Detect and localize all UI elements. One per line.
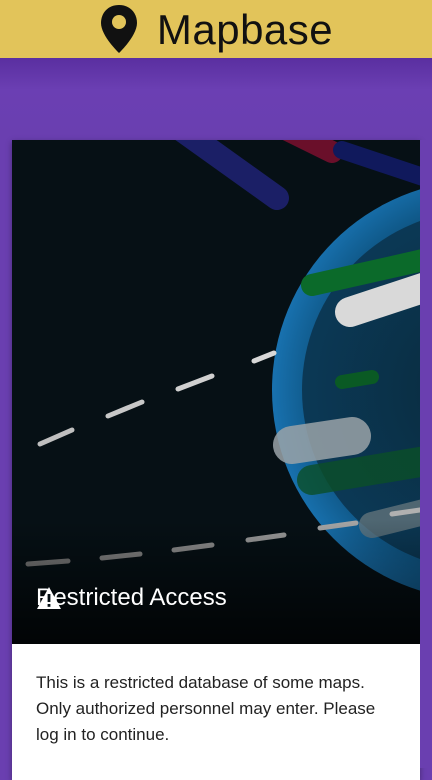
header-brand: Mapbase [99, 3, 333, 55]
warning-icon [37, 587, 61, 609]
header-spacer [0, 58, 432, 138]
restricted-access-card: Restricted Access This is a restricted d… [12, 140, 420, 780]
app-header: Mapbase [0, 0, 432, 58]
card-body-text: This is a restricted database of some ma… [36, 673, 376, 744]
hero-image: Restricted Access [12, 140, 420, 644]
app-title: Mapbase [156, 6, 334, 53]
hero-title: Restricted Access [36, 584, 227, 611]
map-pin-icon [100, 5, 137, 53]
right-margin [420, 140, 432, 768]
hero-title-row: Restricted Access [36, 586, 227, 610]
hero-illustration [12, 140, 420, 644]
